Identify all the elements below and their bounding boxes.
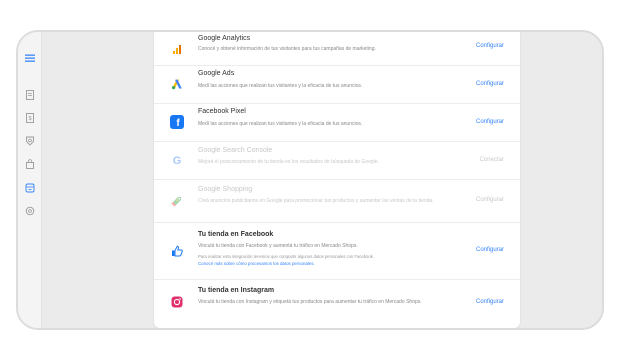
configure-link[interactable]: Configurar xyxy=(476,119,504,125)
integration-title: Tu tienda en Instagram xyxy=(198,287,275,294)
data-sharing-note: Para realizar esta integración tenemos q… xyxy=(198,254,374,259)
integrations-panel: Google Analytics Conocé y obtené informa… xyxy=(154,32,520,328)
integration-row-facebook-store: Tu tienda en Facebook Vinculá tu tienda … xyxy=(154,223,520,280)
svg-text:$: $ xyxy=(28,116,31,122)
configure-link[interactable]: Configurar xyxy=(476,43,504,49)
google-ads-icon xyxy=(170,77,184,91)
integration-description: Conocé y obtené información de tus visit… xyxy=(198,46,376,52)
integration-title: Facebook Pixel xyxy=(198,108,246,115)
google-shopping-icon xyxy=(170,194,184,208)
integration-row-google-ads: Google Ads Medí las acciones que realiza… xyxy=(154,66,520,104)
app-window: $ Google Analytics Conocé y obtené infor… xyxy=(16,30,604,330)
connect-link[interactable]: Conectar xyxy=(480,157,504,163)
configure-link[interactable]: Configurar xyxy=(476,81,504,87)
store-icon[interactable] xyxy=(24,182,36,194)
integration-row-google-shopping: Google Shopping Creá anuncios publicitar… xyxy=(154,180,520,223)
integration-title: Google Search Console xyxy=(198,147,273,154)
integration-description: Medí las acciones que realizan tus visit… xyxy=(198,83,363,89)
integration-description: Medí las acciones que realizan tus visit… xyxy=(198,121,363,127)
menu-icon[interactable] xyxy=(24,52,36,64)
configure-link[interactable]: Configurar xyxy=(476,197,504,203)
integration-description: Vinculá tu tienda con Instagram y etique… xyxy=(198,299,422,305)
sidebar: $ xyxy=(18,32,42,328)
badge-icon[interactable] xyxy=(24,135,36,147)
google-analytics-icon xyxy=(170,42,184,56)
integration-title: Google Analytics xyxy=(198,35,251,42)
integration-title: Google Shopping xyxy=(198,186,253,193)
integration-row-instagram-store: Tu tienda en Instagram Vinculá tu tienda… xyxy=(154,280,520,328)
integration-row-google-analytics: Google Analytics Conocé y obtené informa… xyxy=(154,32,520,66)
integration-row-google-search-console: G Google Search Console Mejorá el posici… xyxy=(154,142,520,180)
integration-title: Tu tienda en Facebook xyxy=(198,231,274,238)
configure-link[interactable]: Configurar xyxy=(476,299,504,305)
integration-description: Mejorá el posicionamiento de tu tienda e… xyxy=(198,159,379,165)
integration-title: Google Ads xyxy=(198,70,235,77)
integration-description: Vinculá tu tienda con Facebook y aumentá… xyxy=(198,243,358,249)
shopping-bag-icon[interactable] xyxy=(24,158,36,170)
dollar-document-icon[interactable]: $ xyxy=(24,112,36,124)
settings-icon[interactable] xyxy=(24,205,36,217)
facebook-icon: f xyxy=(170,115,184,129)
document-icon[interactable] xyxy=(24,89,36,101)
instagram-icon xyxy=(170,295,184,309)
configure-link[interactable]: Configurar xyxy=(476,247,504,253)
google-icon: G xyxy=(172,155,182,167)
integration-description: Creá anuncios publicitarios en Google pa… xyxy=(198,198,434,204)
integration-row-facebook-pixel: f Facebook Pixel Medí las acciones que r… xyxy=(154,104,520,142)
thumbs-up-icon xyxy=(170,244,184,258)
privacy-info-link[interactable]: Conocé más sobre cómo procesamos los dat… xyxy=(198,261,315,266)
